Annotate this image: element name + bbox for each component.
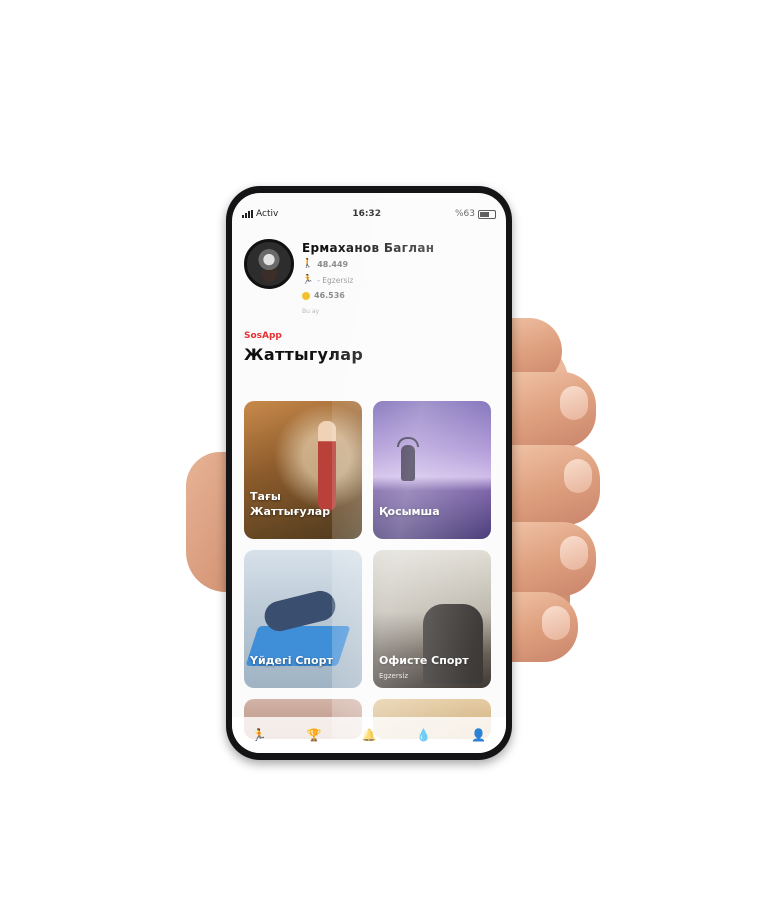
card-label: Тағы Жаттығулар (250, 489, 330, 519)
card-label-line2: Жаттығулар (250, 505, 331, 518)
nav-trophy[interactable]: 🏆 (307, 729, 322, 741)
nav-water[interactable]: 💧 (416, 729, 431, 741)
card-more-exercises[interactable]: Тағы Жаттығулар (244, 401, 362, 539)
card-label: Қосымша (379, 505, 440, 518)
clock: 16:32 (352, 209, 381, 219)
card-home-sport[interactable]: Үйдегі Спорт (244, 550, 362, 688)
profile-nav-icon: 👤 (471, 728, 487, 742)
card-office-sport[interactable]: Офисте Спорт Egzersiz (373, 550, 491, 688)
bottom-nav: 🏃 🏆 🔔 💧 👤 (232, 717, 506, 753)
activity-stat: 🏃 - Egzersiz (302, 275, 353, 285)
card-label-line1: Тағы (250, 490, 281, 503)
activity-value: - Egzersiz (317, 275, 354, 285)
card-label: Үйдегі Спорт (250, 654, 333, 667)
steps-value: 48.449 (317, 259, 349, 269)
battery-percent: %63 (454, 209, 475, 219)
battery-icon (477, 209, 496, 219)
coins-stat: 46.536 (302, 291, 345, 300)
nav-notifications[interactable]: 🔔 (362, 729, 377, 741)
trophy-nav-icon: 🏆 (306, 728, 322, 742)
page-title: Жаттыгулар (244, 345, 364, 364)
nav-running[interactable]: 🏃 (252, 729, 267, 741)
nav-profile[interactable]: 👤 (471, 729, 486, 741)
walk-icon: 🚶 (302, 259, 314, 269)
signal-icon (242, 210, 253, 218)
card-extra[interactable]: Қосымша (373, 401, 491, 539)
running-nav-icon: 🏃 (251, 728, 267, 742)
status-bar: Activ 16:32 %63 (242, 207, 496, 221)
period-label: Bu ay (302, 308, 320, 315)
coins-value: 46.536 (314, 291, 345, 300)
avatar[interactable] (244, 239, 294, 289)
user-name: Ермаханов Баглан (302, 241, 435, 255)
card-image (423, 604, 483, 684)
card-image (397, 437, 419, 481)
app-label: SosApp (244, 331, 282, 341)
card-subtitle: Egzersiz (379, 672, 408, 680)
carrier-label: Activ (256, 209, 279, 219)
card-label: Офисте Спорт (379, 654, 469, 667)
coin-icon (302, 291, 310, 300)
phone-screen: Activ 16:32 %63 Ермаханов Баглан 🚶 48.44… (232, 193, 506, 753)
bell-nav-icon: 🔔 (361, 728, 377, 742)
water-nav-icon: 💧 (416, 728, 432, 742)
run-icon: 🏃 (302, 275, 314, 285)
steps-stat: 🚶 48.449 (302, 259, 348, 269)
